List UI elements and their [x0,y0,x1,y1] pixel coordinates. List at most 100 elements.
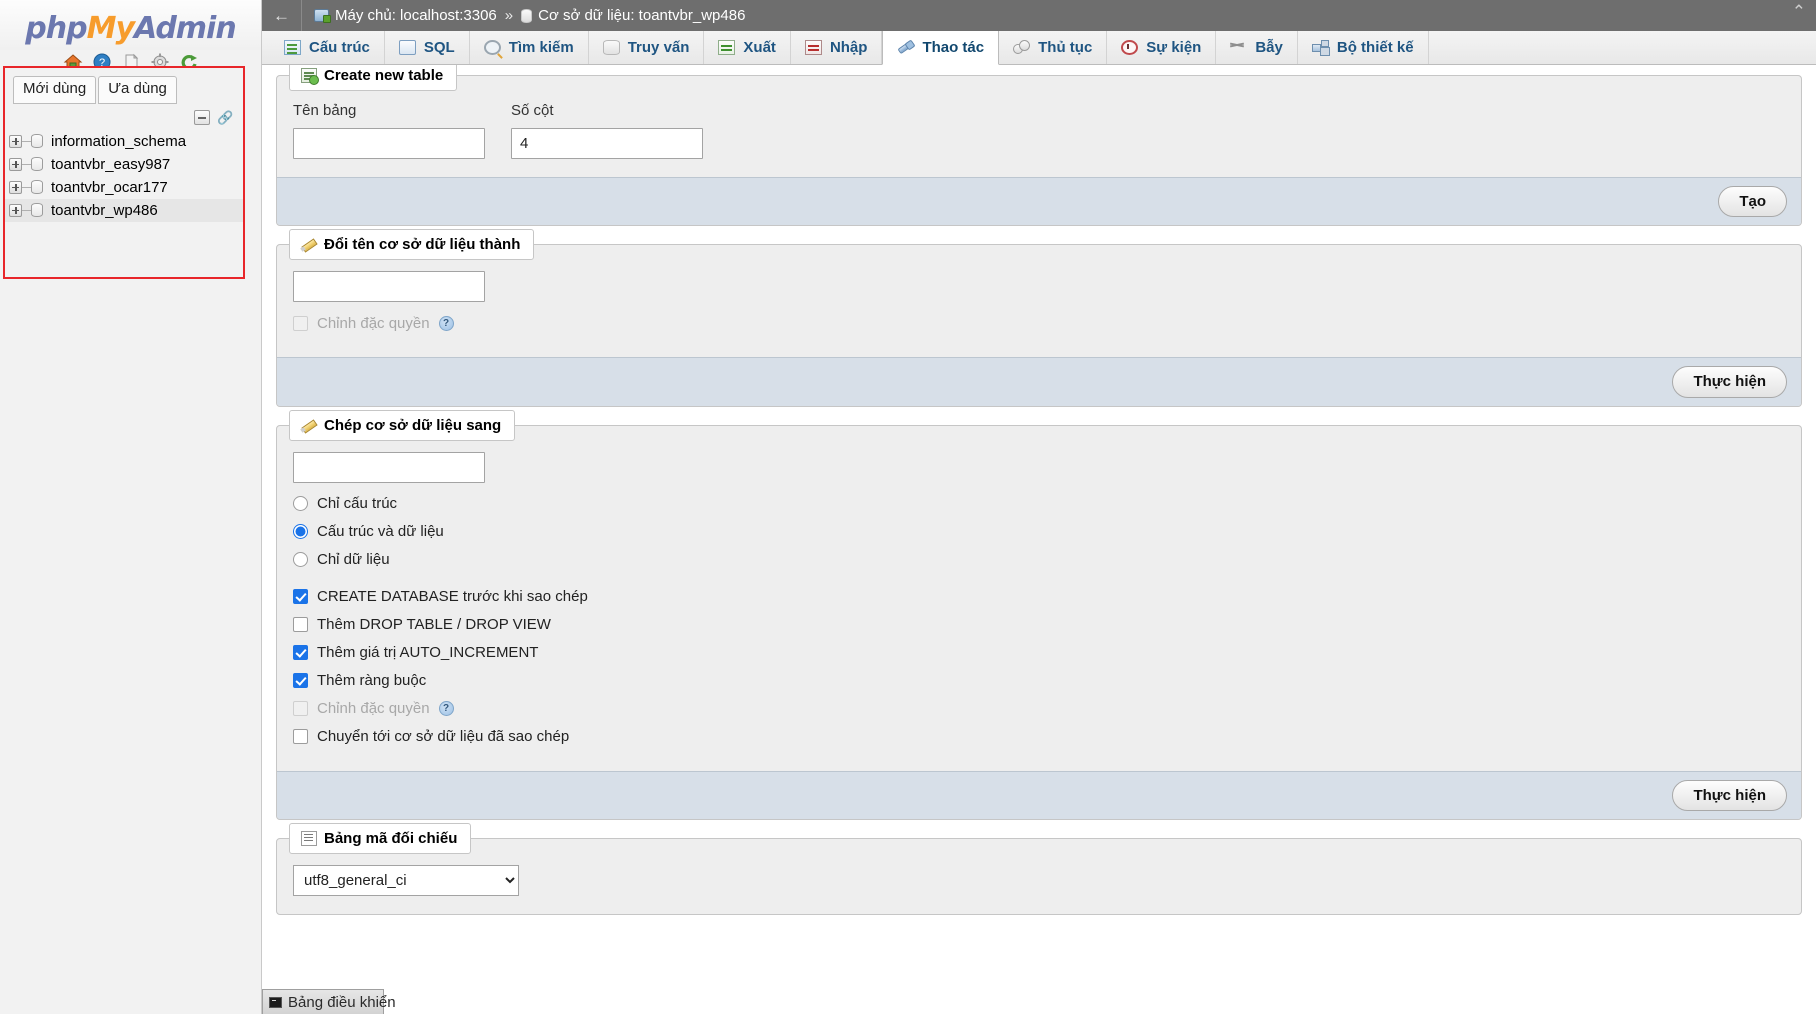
database-icon [31,180,43,194]
console-icon [269,996,282,1008]
main-tab-bar: Cấu trúc SQL Tìm kiếm Truy vấn Xuất Nhập [262,31,1816,65]
expand-icon[interactable] [9,203,22,217]
events-clock-icon [1121,40,1139,55]
collapse-all-icon[interactable] [194,109,210,125]
copy-option-data-only[interactable]: Chỉ dữ liệu [293,548,1785,572]
copy-checkbox-switch-to-copied[interactable]: Chuyển tới cơ sở dữ liệu đã sao chép [293,725,1785,749]
tab-events[interactable]: Sự kiện [1107,31,1217,64]
back-button[interactable]: ← [262,0,302,31]
checkbox-add-constraints[interactable] [293,673,308,688]
new-table-icon [301,68,319,85]
legend-label: Chép cơ sở dữ liệu sang [324,416,502,434]
tab-export[interactable]: Xuất [704,31,791,64]
expand-icon[interactable] [9,180,22,194]
breadcrumb-server-label: Máy chủ: localhost:3306 [335,7,497,24]
tab-query[interactable]: Truy vấn [589,31,705,64]
tab-search[interactable]: Tìm kiếm [470,31,589,64]
copy-database-panel: Chép cơ sở dữ liệu sang Chỉ cấu trúc Cấu… [276,409,1802,820]
copy-checkbox-create-database[interactable]: CREATE DATABASE trước khi sao chép [293,585,1785,609]
phpmyadmin-logo[interactable]: phpMyAdmin [0,0,261,50]
db-tree-item-toantvbr-wp486[interactable]: toantvbr_wp486 [5,198,243,222]
database-tree-panel: Mới dùng Ưa dùng 🔗 information_schema to… [3,66,245,279]
console-toggle-bar[interactable]: Bảng điều khiển [262,989,396,1014]
rename-database-submit-button[interactable]: Thực hiện [1672,366,1787,398]
sql-icon [398,40,416,55]
radio-structure-and-data[interactable] [293,524,308,539]
num-columns-input[interactable] [511,128,703,159]
tab-routines[interactable]: Thủ tục [999,31,1108,64]
rename-database-body: Chỉnh đặc quyền ? [277,245,1801,357]
copy-checkbox-add-drop-table[interactable]: Thêm DROP TABLE / DROP VIEW [293,613,1785,637]
radio-label: Cấu trúc và dữ liệu [317,523,444,540]
table-name-input[interactable] [293,128,485,159]
db-tree-item-label: information_schema [51,132,187,150]
breadcrumb-server[interactable]: Máy chủ: localhost:3306 [302,7,497,24]
copy-checkbox-add-constraints[interactable]: Thêm ràng buộc [293,669,1785,693]
tab-sql[interactable]: SQL [385,31,470,64]
logo-admin-text: Admin [134,11,237,46]
create-table-submit-button[interactable]: Tạo [1718,186,1787,218]
table-name-group: Tên bảng [293,102,485,159]
copy-option-structure-only[interactable]: Chỉ cấu trúc [293,492,1785,516]
copy-database-input[interactable] [293,451,485,483]
adjust-privileges-label: Chỉnh đặc quyền [317,314,430,332]
checkbox-label: CREATE DATABASE trước khi sao chép [317,588,588,605]
radio-label: Chỉ dữ liệu [317,551,390,568]
db-tree-item-toantvbr-easy987[interactable]: toantvbr_easy987 [5,153,243,176]
checkbox-add-drop-table[interactable] [293,617,308,632]
create-table-fields: Tên bảng Số cột [293,102,1785,159]
create-new-table-legend: Create new table [289,65,458,91]
radio-structure-only[interactable] [293,496,308,511]
db-tree-item-information-schema[interactable]: information_schema [5,130,243,153]
tab-designer[interactable]: Bộ thiết kế [1298,31,1429,64]
legend-label: Bảng mã đối chiếu [324,829,458,847]
copy-checkbox-add-auto-increment[interactable]: Thêm giá trị AUTO_INCREMENT [293,641,1785,665]
sidebar-tab-favorites[interactable]: Ưa dùng [98,76,177,104]
copy-option-structure-and-data[interactable]: Cấu trúc và dữ liệu [293,520,1785,544]
radio-label: Chỉ cấu trúc [317,495,398,512]
collapse-breadcrumb-icon[interactable]: ⌃ [1792,3,1806,20]
expand-icon[interactable] [9,134,22,148]
breadcrumb-database[interactable]: Cơ sở dữ liệu: toantvbr_wp486 [521,7,745,24]
server-icon [314,9,331,23]
copy-database-submit-button[interactable]: Thực hiện [1672,779,1787,811]
tab-operations[interactable]: Thao tác [882,31,1000,65]
help-icon[interactable]: ? [438,701,454,716]
tree-connector [22,140,31,142]
radio-data-only[interactable] [293,552,308,567]
collation-select[interactable]: utf8_general_ci [293,864,519,896]
tab-label: Xuất [743,39,776,56]
rename-database-input[interactable] [293,271,485,303]
tab-structure[interactable]: Cấu trúc [270,31,385,64]
tab-triggers[interactable]: Bẫy [1216,31,1298,64]
legend-label: Đổi tên cơ sở dữ liệu thành [324,236,521,254]
sidebar-tab-recent[interactable]: Mới dùng [13,76,97,104]
pencil-icon [301,237,317,252]
db-tree-item-toantvbr-ocar177[interactable]: toantvbr_ocar177 [5,176,243,199]
tab-label: Bẫy [1255,39,1283,56]
checkbox-add-auto-increment[interactable] [293,645,308,660]
collation-icon [301,830,317,846]
import-icon [804,40,822,55]
checkbox-switch-to-copied[interactable] [293,729,308,744]
operations-content: Create new table Tên bảng Số cột 4 Tạo Đ… [262,65,1816,1014]
collation-panel: Bảng mã đối chiếu utf8_general_ci [276,822,1802,915]
database-icon [31,134,43,148]
tab-import[interactable]: Nhập [791,31,883,64]
navigation-sidebar: phpMyAdmin ? Mới dùng Ưa dùng 🔗 informat… [0,0,262,1014]
checkbox-create-database[interactable] [293,589,308,604]
create-new-table-body: Tên bảng Số cột [277,76,1801,177]
console-label: Bảng điều khiển [288,993,396,1011]
expand-icon[interactable] [9,157,22,171]
search-icon [483,40,501,55]
db-tree-item-label: toantvbr_easy987 [51,155,171,173]
help-icon[interactable]: ? [438,315,454,331]
link-with-main-panel-icon[interactable]: 🔗 [217,110,233,125]
num-columns-group: Số cột [511,102,703,159]
table-name-label: Tên bảng [293,102,357,119]
checkbox-label: Chỉnh đặc quyền [317,700,430,717]
tab-label: Bộ thiết kế [1336,39,1414,56]
